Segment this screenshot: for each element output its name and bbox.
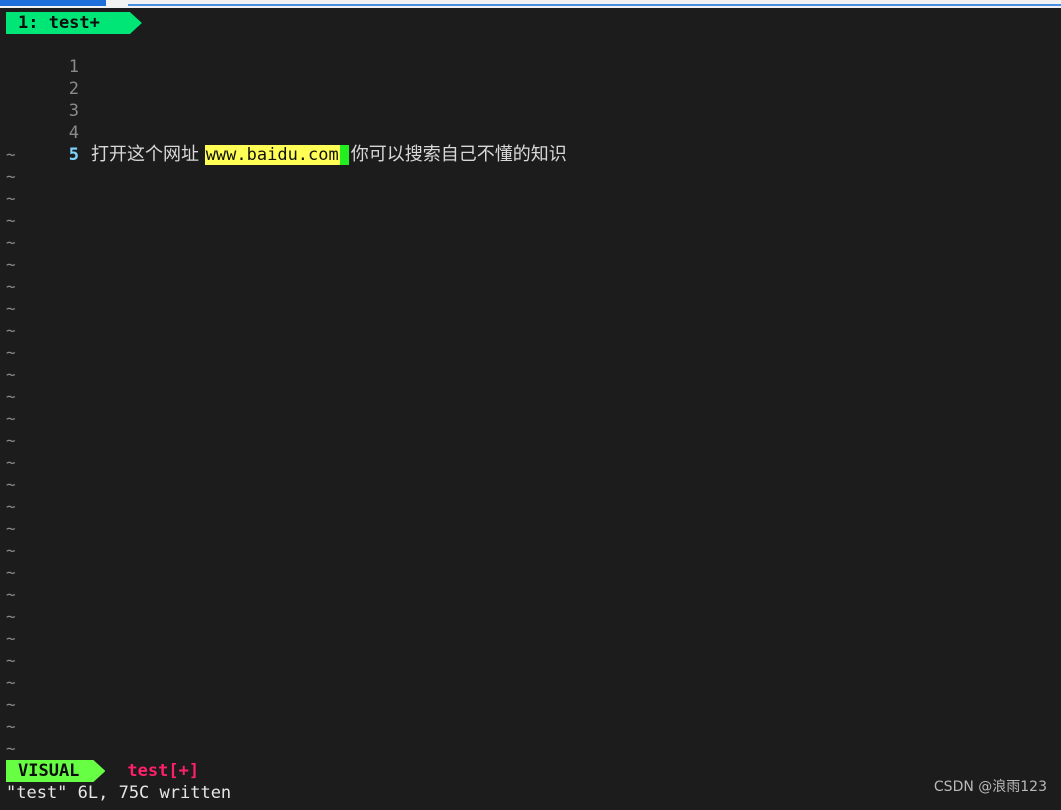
tilde-marker: ~	[6, 189, 16, 208]
command-message: "test" 6L, 75C written	[6, 783, 232, 803]
editor-line-2[interactable]: 2	[4, 56, 79, 99]
tilde-marker: ~	[6, 365, 16, 384]
tilde-marker: ~	[6, 431, 16, 450]
statusline-filename: test[+]	[127, 761, 200, 781]
visual-selection[interactable]: www.baidu.com	[204, 145, 340, 165]
text-cursor	[339, 145, 349, 165]
tilde-marker: ~	[6, 651, 16, 670]
editor-line-4[interactable]: 4	[4, 100, 79, 143]
tilde-marker: ~	[6, 255, 16, 274]
tilde-marker: ~	[6, 475, 16, 494]
tilde-marker: ~	[6, 145, 16, 164]
tilde-marker: ~	[6, 387, 16, 406]
tilde-marker: ~	[6, 277, 16, 296]
editor-line-3[interactable]: 3	[4, 78, 79, 121]
tilde-marker: ~	[6, 343, 16, 362]
line-text-after: 你可以搜索自己不懂的知识	[350, 144, 567, 165]
tilde-marker: ~	[6, 453, 16, 472]
active-window-tab-indicator[interactable]	[0, 0, 106, 6]
tab-buffer-1[interactable]: 1: test+	[6, 12, 142, 34]
tilde-marker: ~	[6, 233, 16, 252]
tilde-marker: ~	[6, 519, 16, 538]
editor-line-5[interactable]: 5 打开这个网址 www.baidu.com 你可以搜索自己不懂的知识	[4, 122, 567, 165]
vim-terminal[interactable]: 1: test+ 1 2 3 4 5 打开这个网址 www.baidu.com 你可…	[4, 8, 1061, 806]
tilde-marker: ~	[6, 585, 16, 604]
tilde-marker: ~	[6, 563, 16, 582]
editor-line-1[interactable]: 1	[4, 34, 79, 77]
watermark: CSDN @浪雨123	[933, 779, 1047, 795]
tilde-marker: ~	[6, 167, 16, 186]
tilde-marker: ~	[6, 739, 16, 758]
vim-statusline: VISUAL test[+]	[6, 760, 199, 782]
tilde-marker: ~	[6, 541, 16, 560]
mode-indicator: VISUAL	[6, 760, 105, 782]
window-tab-bar-line	[128, 4, 1061, 6]
tilde-marker: ~	[6, 299, 16, 318]
line-text-before: 打开这个网址	[90, 144, 205, 165]
tilde-marker: ~	[6, 211, 16, 230]
line-text[interactable]: 打开这个网址 www.baidu.com 你可以搜索自己不懂的知识	[91, 144, 567, 166]
window-top-strip	[0, 0, 1061, 8]
current-line-number: 5	[68, 145, 79, 165]
tilde-marker: ~	[6, 409, 16, 428]
vim-tabline: 1: test+	[6, 12, 142, 34]
tilde-marker: ~	[6, 497, 16, 516]
tilde-marker: ~	[6, 607, 16, 626]
tilde-marker: ~	[6, 321, 16, 340]
tilde-marker: ~	[6, 717, 16, 736]
tilde-marker: ~	[6, 629, 16, 648]
tilde-marker: ~	[6, 695, 16, 714]
tilde-marker: ~	[6, 673, 16, 692]
